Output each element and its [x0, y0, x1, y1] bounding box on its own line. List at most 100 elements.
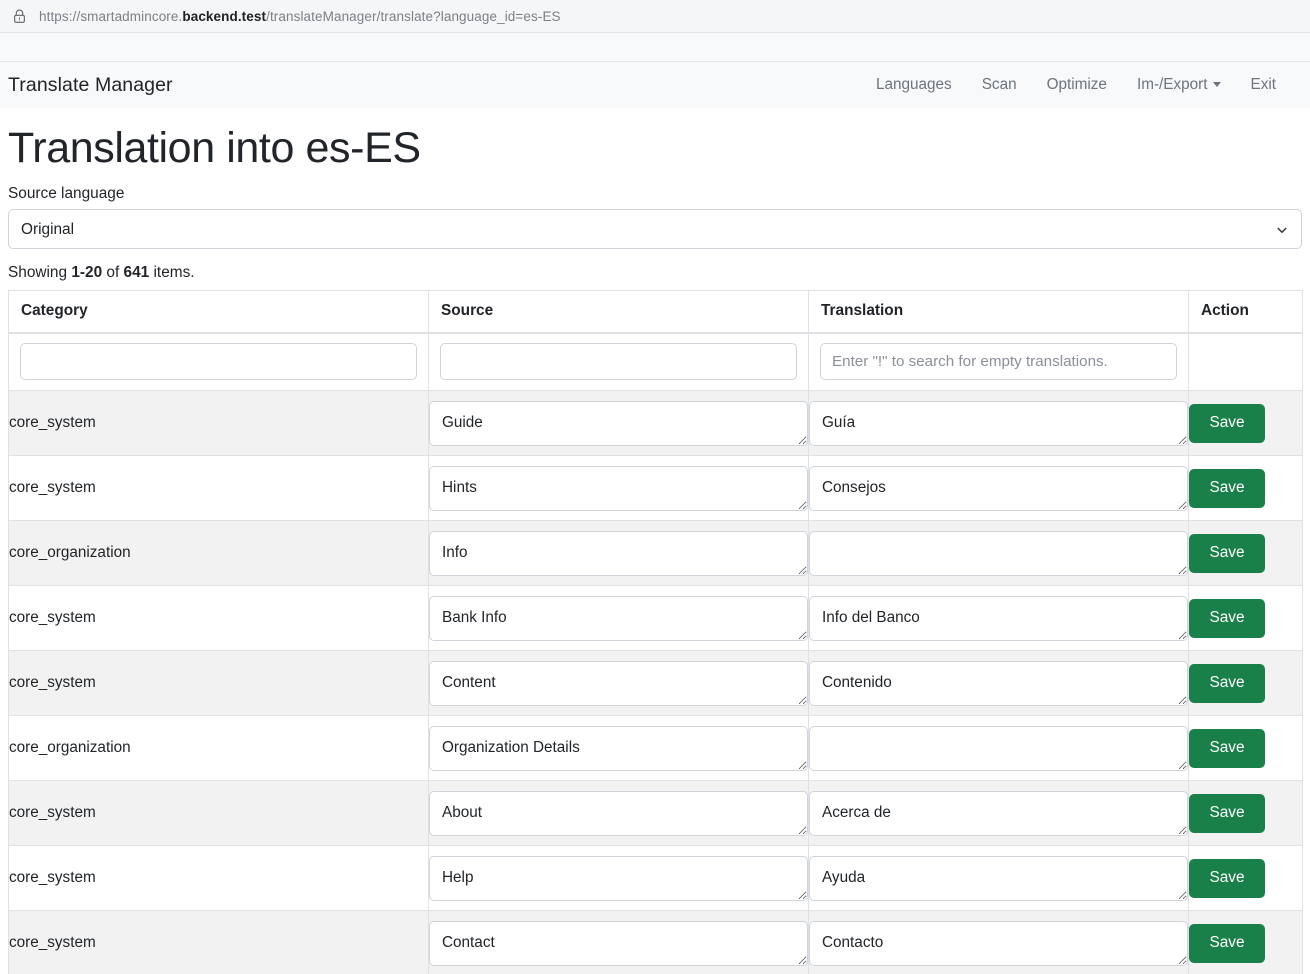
url-prefix: https://smartadmincore.: [39, 8, 183, 24]
translations-table: Category Source Translation Action Enter…: [8, 290, 1303, 974]
translation-textarea[interactable]: [809, 530, 1188, 576]
translation-textarea[interactable]: [809, 790, 1188, 836]
source-language-label: Source language: [8, 185, 125, 203]
column-header-action: Action: [1188, 290, 1303, 335]
cell-source: [428, 780, 809, 847]
page-title: Translation into es-ES: [8, 124, 421, 172]
nav-languages[interactable]: Languages: [861, 74, 967, 96]
translation-textarea[interactable]: [809, 855, 1188, 901]
cell-action: Save: [1188, 910, 1303, 974]
save-button[interactable]: Save: [1189, 469, 1265, 508]
cell-translation: [808, 455, 1189, 522]
cell-category: core_system: [8, 910, 429, 974]
navbar-spacer: [0, 33, 1310, 62]
source-textarea[interactable]: [429, 725, 808, 771]
translation-textarea[interactable]: [809, 595, 1188, 641]
table-row: core_system Save: [8, 650, 1303, 717]
cell-translation: [808, 910, 1189, 974]
save-button[interactable]: Save: [1189, 794, 1265, 833]
cell-category: core_system: [8, 845, 429, 912]
filter-row: [8, 333, 1303, 392]
cell-source: [428, 910, 809, 974]
table-row: core_system Save: [8, 845, 1303, 912]
nav-import-export[interactable]: Im-/Export: [1122, 74, 1236, 96]
cell-category: core_system: [8, 585, 429, 652]
save-button[interactable]: Save: [1189, 599, 1265, 638]
table-row: core_system Save: [8, 455, 1303, 522]
table-head: Category Source Translation Action: [8, 290, 1303, 335]
save-button[interactable]: Save: [1189, 664, 1265, 703]
page-root: Translate Manager Languages Scan Optimiz…: [0, 33, 1310, 974]
filter-cell-category: [8, 333, 429, 392]
source-textarea[interactable]: [429, 595, 808, 641]
showing-range: 1-20: [71, 264, 103, 282]
cell-category: core_system: [8, 390, 429, 457]
url-domain: backend.test: [182, 8, 267, 24]
table-header-row: Category Source Translation Action: [8, 290, 1303, 335]
table-body: core_systemSavecore_systemSavecore_organ…: [8, 333, 1303, 974]
source-textarea[interactable]: [429, 920, 808, 966]
save-button[interactable]: Save: [1189, 729, 1265, 768]
cell-source: [428, 845, 809, 912]
cell-action: Save: [1188, 520, 1303, 587]
nav-import-export-label: Im-/Export: [1136, 76, 1208, 93]
table-row: core_system Save: [8, 390, 1303, 457]
cell-translation: [808, 780, 1189, 847]
cell-action: Save: [1188, 715, 1303, 782]
cell-translation: [808, 585, 1189, 652]
source-filter-input[interactable]: [440, 343, 797, 381]
translation-textarea[interactable]: [809, 920, 1188, 966]
cell-source: [428, 455, 809, 522]
cell-translation: [808, 390, 1189, 457]
cell-source: [428, 650, 809, 717]
column-header-translation[interactable]: Translation: [808, 290, 1189, 335]
translation-textarea[interactable]: [809, 725, 1188, 771]
save-button[interactable]: Save: [1189, 924, 1265, 963]
cell-category: core_organization: [8, 520, 429, 587]
showing-middle: of: [102, 264, 124, 282]
translation-textarea[interactable]: [809, 660, 1188, 706]
source-textarea[interactable]: [429, 400, 808, 446]
cell-translation: [808, 650, 1189, 717]
showing-suffix: items.: [149, 264, 195, 282]
cell-action: Save: [1188, 650, 1303, 717]
category-filter-input[interactable]: [20, 343, 417, 381]
table-row: core_system Save: [8, 780, 1303, 847]
cell-category: core_system: [8, 650, 429, 717]
cell-translation: [808, 715, 1189, 782]
cell-source: [428, 715, 809, 782]
source-textarea[interactable]: [429, 855, 808, 901]
source-textarea[interactable]: [429, 530, 808, 576]
browser-url-bar[interactable]: https://smartadmincore.backend.test/tran…: [0, 0, 1310, 33]
column-header-source[interactable]: Source: [428, 290, 809, 335]
source-textarea[interactable]: [429, 660, 808, 706]
cell-category: core_system: [8, 455, 429, 522]
app-brand[interactable]: Translate Manager: [8, 74, 173, 97]
table-row: core_organization Save: [8, 715, 1303, 782]
translation-textarea[interactable]: [809, 400, 1188, 446]
source-language-select-wrap: Original: [8, 209, 1302, 250]
translation-filter-input[interactable]: [820, 343, 1177, 381]
nav-optimize[interactable]: Optimize: [1032, 74, 1122, 96]
chevron-down-icon: [1212, 82, 1221, 87]
cell-translation: [808, 520, 1189, 587]
cell-source: [428, 585, 809, 652]
showing-prefix: Showing: [8, 264, 72, 282]
save-button[interactable]: Save: [1189, 534, 1265, 573]
url-path: /translateManager/translate?language_id=…: [266, 8, 561, 24]
nav-exit[interactable]: Exit: [1236, 74, 1277, 96]
translation-textarea[interactable]: [809, 465, 1188, 511]
lock-warning-icon: [10, 7, 28, 25]
cell-category: core_system: [8, 780, 429, 847]
source-textarea[interactable]: [429, 465, 808, 511]
nav-scan[interactable]: Scan: [967, 74, 1032, 96]
save-button[interactable]: Save: [1189, 859, 1265, 898]
table-row: core_system Save: [8, 910, 1303, 974]
cell-source: [428, 520, 809, 587]
column-header-category[interactable]: Category: [8, 290, 429, 335]
source-language-select[interactable]: Original: [8, 209, 1302, 250]
source-textarea[interactable]: [429, 790, 808, 836]
table-row: core_system Save: [8, 585, 1303, 652]
save-button[interactable]: Save: [1189, 404, 1265, 443]
url-text: https://smartadmincore.backend.test/tran…: [39, 9, 561, 24]
